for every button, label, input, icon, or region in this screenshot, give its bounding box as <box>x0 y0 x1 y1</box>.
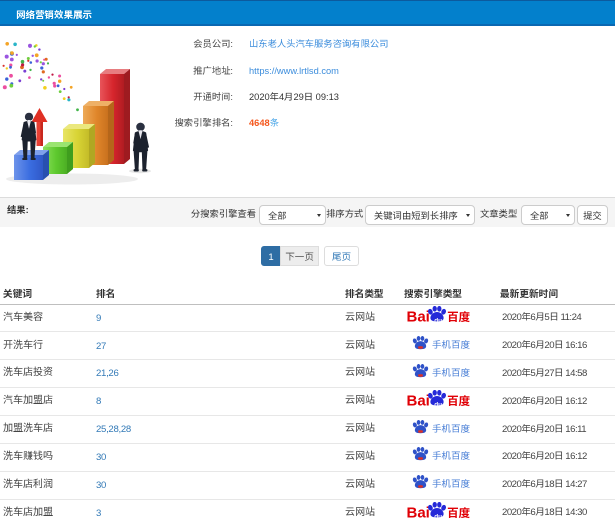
svg-text:du: du <box>434 402 442 409</box>
svg-text:手机百度: 手机百度 <box>432 421 471 435</box>
svg-text:du: du <box>434 318 442 325</box>
svg-text:手机百度: 手机百度 <box>432 476 471 490</box>
svg-text:手机百度: 手机百度 <box>432 337 471 351</box>
svg-text:百度: 百度 <box>447 505 470 520</box>
svg-text:手机百度: 手机百度 <box>432 448 471 462</box>
svg-text:百度: 百度 <box>447 393 470 409</box>
svg-text:百度: 百度 <box>447 310 470 326</box>
svg-text:Bai: Bai <box>407 393 430 410</box>
svg-text:du: du <box>434 513 442 520</box>
svg-text:Bai: Bai <box>407 504 430 520</box>
svg-text:手机百度: 手机百度 <box>432 365 471 379</box>
svg-text:Bai: Bai <box>407 309 430 326</box>
